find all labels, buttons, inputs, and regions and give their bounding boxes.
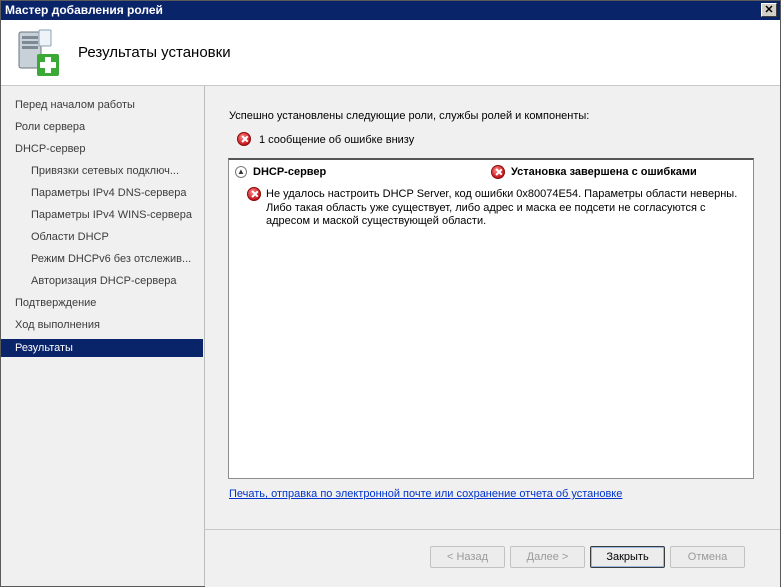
wizard-header: Результаты установки bbox=[1, 20, 780, 86]
step-ipv4-dns[interactable]: Параметры IPv4 DNS-сервера bbox=[1, 184, 203, 202]
role-name: DHCP-сервер bbox=[253, 166, 327, 178]
collapse-icon[interactable]: ▲ bbox=[235, 166, 247, 178]
error-status-icon bbox=[491, 165, 505, 179]
close-button[interactable]: Закрыть bbox=[590, 546, 665, 568]
step-dhcp-server[interactable]: DHCP-сервер bbox=[1, 140, 203, 158]
next-button[interactable]: Далее > bbox=[510, 546, 585, 568]
step-confirmation[interactable]: Подтверждение bbox=[1, 294, 203, 312]
error-message-icon bbox=[247, 187, 261, 201]
error-summary: 1 сообщение об ошибке внизу bbox=[237, 132, 414, 149]
page-title: Результаты установки bbox=[78, 44, 231, 61]
step-dhcp-scopes[interactable]: Области DHCP bbox=[1, 228, 203, 246]
wizard-window: Мастер добавления ролей ✕ Результаты уст… bbox=[0, 0, 781, 587]
step-dhcpv6-mode[interactable]: Режим DHCPv6 без отслежив... bbox=[1, 250, 203, 268]
install-status: Установка завершена с ошибками bbox=[511, 166, 697, 178]
results-content: Успешно установлены следующие роли, служ… bbox=[205, 86, 780, 529]
step-ipv4-wins[interactable]: Параметры IPv4 WINS-сервера bbox=[1, 206, 203, 224]
step-progress[interactable]: Ход выполнения bbox=[1, 316, 203, 334]
error-icon bbox=[237, 132, 251, 146]
report-link[interactable]: Печать, отправка по электронной почте ил… bbox=[229, 488, 622, 500]
wizard-footer: < Назад Далее > Закрыть Отмена bbox=[205, 529, 780, 587]
close-window-button[interactable]: ✕ bbox=[761, 3, 777, 17]
results-panel[interactable]: ▲ DHCP-сервер Установка завершена с ошиб… bbox=[228, 158, 754, 479]
step-server-roles[interactable]: Роли сервера bbox=[1, 118, 203, 136]
error-summary-text: 1 сообщение об ошибке внизу bbox=[259, 134, 415, 146]
step-before-you-begin[interactable]: Перед началом работы bbox=[1, 96, 203, 114]
window-title: Мастер добавления ролей bbox=[5, 3, 163, 17]
intro-text: Успешно установлены следующие роли, служ… bbox=[229, 110, 590, 122]
step-results[interactable]: Результаты bbox=[1, 339, 203, 357]
step-network-bindings[interactable]: Привязки сетевых подключ... bbox=[1, 162, 203, 180]
server-add-icon bbox=[18, 29, 59, 76]
step-dhcp-authorization[interactable]: Авторизация DHCP-сервера bbox=[1, 272, 203, 290]
wizard-steps: Перед началом работы Роли сервера DHCP-с… bbox=[1, 86, 205, 586]
back-button[interactable]: < Назад bbox=[430, 546, 505, 568]
error-message: Не удалось настроить DHCP Server, код ош… bbox=[266, 188, 738, 227]
cancel-button[interactable]: Отмена bbox=[670, 546, 745, 568]
title-bar[interactable]: Мастер добавления ролей ✕ bbox=[1, 1, 780, 20]
